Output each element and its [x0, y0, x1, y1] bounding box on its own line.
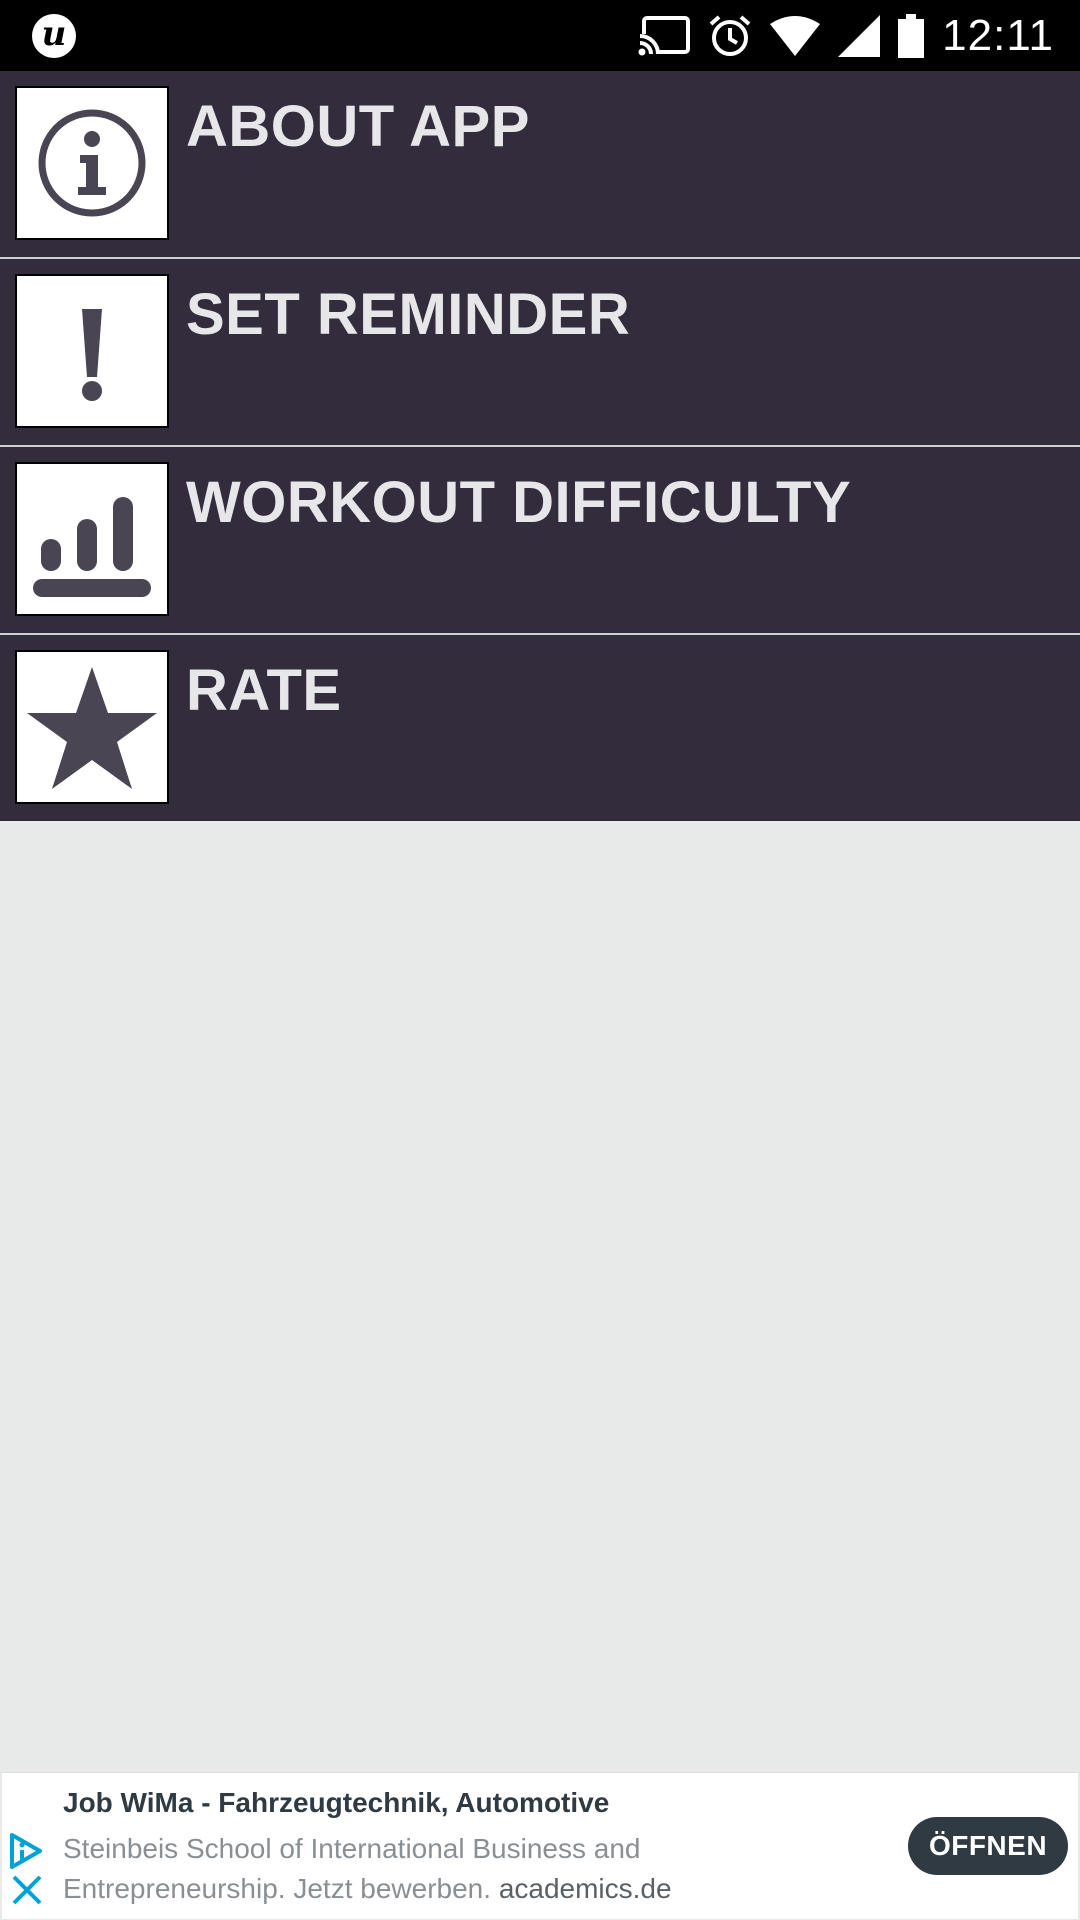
signal-icon — [838, 14, 881, 57]
status-bar: u 12:11 — [0, 0, 1080, 71]
menu-item-rate[interactable]: RATE — [0, 635, 1080, 821]
menu-item-workout-difficulty[interactable]: WORKOUT DIFFICULTY — [0, 447, 1080, 633]
status-icons: 12:11 — [638, 0, 1080, 71]
menu-item-label: RATE — [186, 658, 342, 723]
ad-description: Steinbeis School of International Busine… — [63, 1829, 703, 1909]
wifi-icon — [770, 15, 821, 56]
cast-icon — [638, 15, 691, 56]
ad-banner[interactable]: Job WiMa - Fahrzeugtechnik, Automotive S… — [2, 1772, 1078, 1919]
menu-item-label: SET REMINDER — [186, 282, 631, 347]
settings-menu: ABOUT APP SET REMINDER WORKOUT DIFFICULT… — [0, 71, 1080, 821]
difficulty-bars-icon — [15, 462, 169, 616]
app-notification-letter: u — [41, 14, 67, 54]
open-button[interactable]: ÖFFNEN — [908, 1817, 1068, 1875]
clock: 12:11 — [942, 10, 1054, 60]
ad-domain: academics.de — [498, 1873, 672, 1904]
menu-item-label: ABOUT APP — [186, 94, 530, 159]
star-icon — [15, 650, 169, 804]
ad-choices-icon[interactable] — [6, 1831, 46, 1875]
exclamation-icon — [15, 274, 169, 428]
battery-icon — [898, 13, 925, 58]
menu-item-about-app[interactable]: ABOUT APP — [0, 71, 1080, 257]
info-icon — [15, 86, 169, 240]
menu-item-label: WORKOUT DIFFICULTY — [186, 470, 852, 535]
menu-item-set-reminder[interactable]: SET REMINDER — [0, 259, 1080, 445]
alarm-icon — [708, 14, 752, 58]
app-notification-icon: u — [32, 14, 76, 58]
ad-title[interactable]: Job WiMa - Fahrzeugtechnik, Automotive — [63, 1787, 609, 1819]
close-icon[interactable] — [10, 1873, 44, 1911]
